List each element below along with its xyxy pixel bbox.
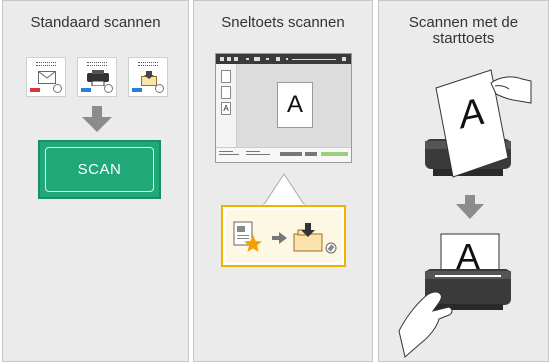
panel-title: Scannen met de (408, 14, 519, 31)
scan-job-card-print[interactable] (77, 57, 117, 97)
folder-icon (141, 71, 157, 86)
shortcut-callout (221, 205, 346, 267)
document-letter: A (456, 236, 481, 277)
scan-button[interactable]: SCAN (38, 140, 161, 199)
card-tag (132, 88, 142, 92)
shortcut-scan-panel: Sneltoets scannen A A (193, 0, 373, 362)
panel-title: Sneltoets scannen (221, 14, 345, 31)
thumbnail-sidebar: A (216, 64, 237, 148)
folder-download-icon (293, 223, 323, 252)
scan-button-label: SCAN (77, 161, 122, 178)
scan-job-card-email[interactable] (26, 57, 66, 97)
thumbnail: A (221, 102, 231, 115)
app-toolbar (216, 54, 351, 64)
arrow-right-icon (272, 232, 287, 244)
thumbnail (221, 70, 231, 83)
callout-pointer (263, 173, 305, 206)
scan-job-card-folder[interactable] (128, 57, 168, 97)
document-star-icon (233, 221, 262, 252)
gear-icon[interactable] (104, 84, 113, 93)
panel-title: starttoets (432, 30, 495, 47)
app-statusbar (216, 147, 351, 162)
card-tag (81, 88, 91, 92)
gear-icon[interactable] (53, 84, 62, 93)
standard-scan-panel: Standaard scannen SCAN (2, 0, 189, 362)
envelope-icon (38, 71, 56, 84)
preview-area: A (237, 64, 351, 148)
gear-icon (325, 242, 337, 254)
thumbnail (221, 86, 231, 99)
panel-title: Standaard scannen (30, 14, 161, 31)
arrow-down-icon (82, 106, 112, 132)
app-window-illustration: A A (215, 53, 352, 163)
gear-icon[interactable] (155, 84, 164, 93)
arrow-down-icon (456, 195, 484, 219)
scanned-page: A (277, 82, 313, 128)
card-tag (30, 88, 40, 92)
start-button-scan-panel: Scannen met de starttoets A A (378, 0, 549, 362)
